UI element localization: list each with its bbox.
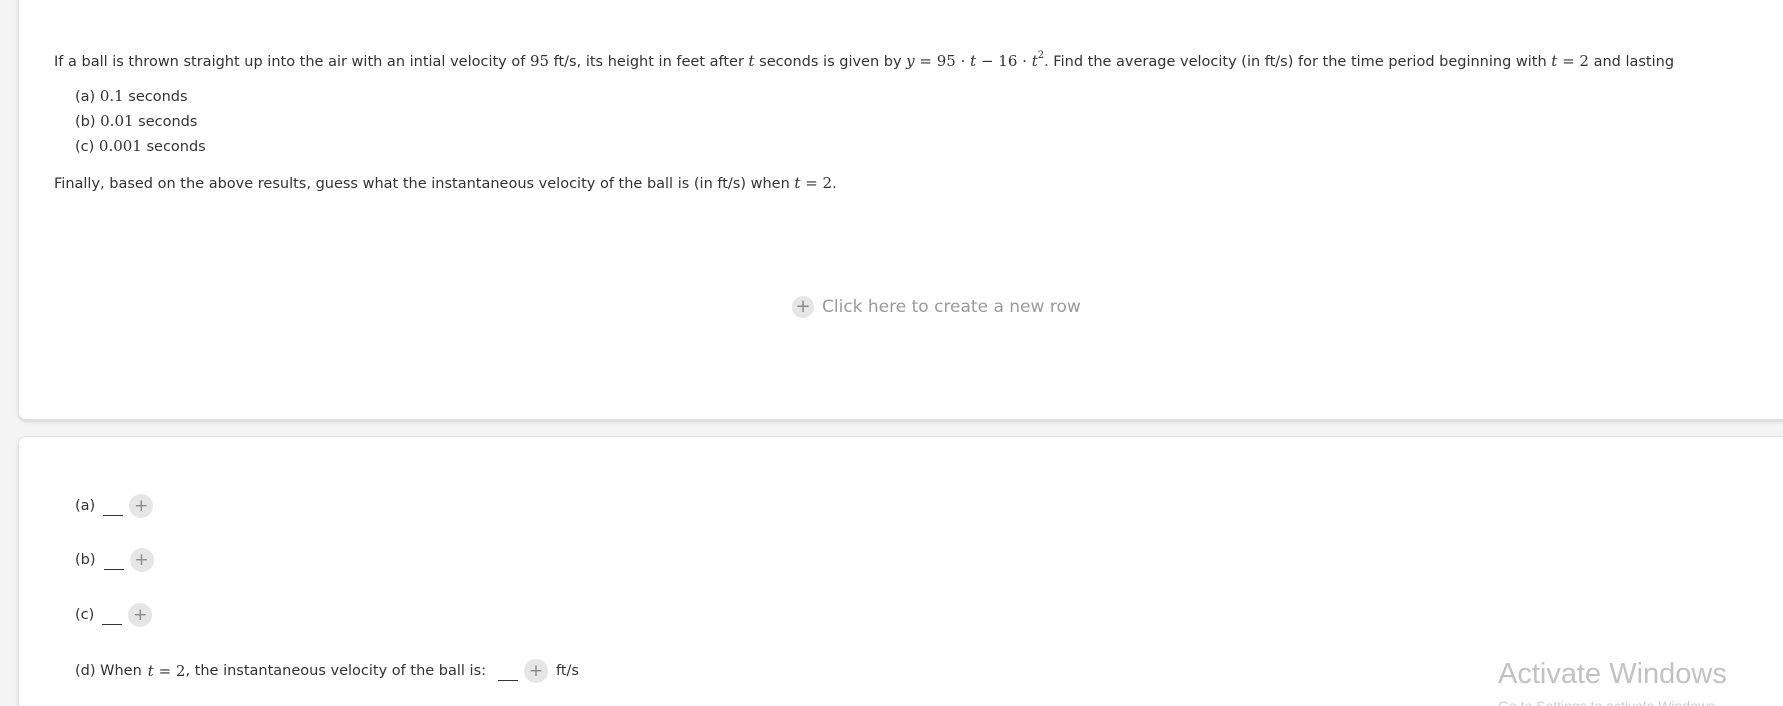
answer-row-b: (b) +: [75, 548, 154, 572]
question-text: If a ball is thrown straight up into the…: [54, 44, 1674, 74]
answer-row-d: (d) When t = 2 , the instantaneous veloc…: [75, 659, 579, 683]
velocity-value: 95: [529, 52, 550, 70]
page: If a ball is thrown straight up into the…: [0, 0, 1783, 706]
question-after-formula: . Find the average velocity (in ft/s) fo…: [1044, 54, 1552, 70]
answer-row-a: (a) +: [75, 494, 154, 518]
answer-d-time: t = 2: [147, 662, 186, 680]
interval-item-c: (c) 0.001 seconds: [75, 137, 206, 155]
create-new-row-label: Click here to create a new row: [822, 297, 1081, 317]
answer-row-c: (c) +: [75, 603, 153, 627]
final-question-text: Finally, based on the above results, gue…: [54, 174, 837, 192]
plus-icon[interactable]: +: [129, 494, 154, 518]
answer-input-d[interactable]: [498, 662, 519, 681]
answer-input-b[interactable]: [103, 551, 124, 570]
interval-list: (a) 0.1 seconds (b) 0.01 seconds (c) 0.0…: [75, 84, 206, 159]
question-intro: If a ball is thrown straight up into the…: [54, 54, 530, 70]
question-ending: and lasting: [1588, 54, 1675, 70]
activate-windows-watermark: Activate Windows: [1498, 658, 1727, 690]
answer-label-c: (c): [75, 607, 95, 623]
answer-input-c[interactable]: [102, 606, 123, 625]
answer-d-unit: ft/s: [556, 663, 579, 679]
interval-item-b: (b) 0.01 seconds: [75, 112, 198, 130]
plus-icon[interactable]: +: [128, 603, 153, 627]
start-time: t = 2: [1551, 52, 1589, 70]
question-after-velocity: ft/s, its height in feet after: [549, 54, 749, 70]
create-new-row-button[interactable]: + Click here to create a new row: [792, 296, 1081, 318]
answer-label-a: (a): [75, 498, 96, 514]
answer-label-b: (b): [75, 552, 96, 568]
answer-input-a[interactable]: [103, 497, 124, 516]
plus-icon[interactable]: +: [524, 659, 549, 683]
answer-d-prefix: (d) When: [75, 663, 142, 679]
plus-icon[interactable]: +: [129, 548, 154, 572]
interval-item-a: (a) 0.1 seconds: [75, 87, 188, 105]
final-time: t = 2: [794, 174, 833, 192]
activate-windows-subtitle: Go to Settings to activate Windows.: [1498, 698, 1719, 706]
question-after-t: seconds is given by: [754, 54, 907, 70]
plus-icon: +: [792, 296, 814, 318]
answer-d-middle: , the instantaneous velocity of the ball…: [185, 663, 487, 679]
height-formula: y = 95 · t − 16 · t2: [906, 50, 1045, 70]
